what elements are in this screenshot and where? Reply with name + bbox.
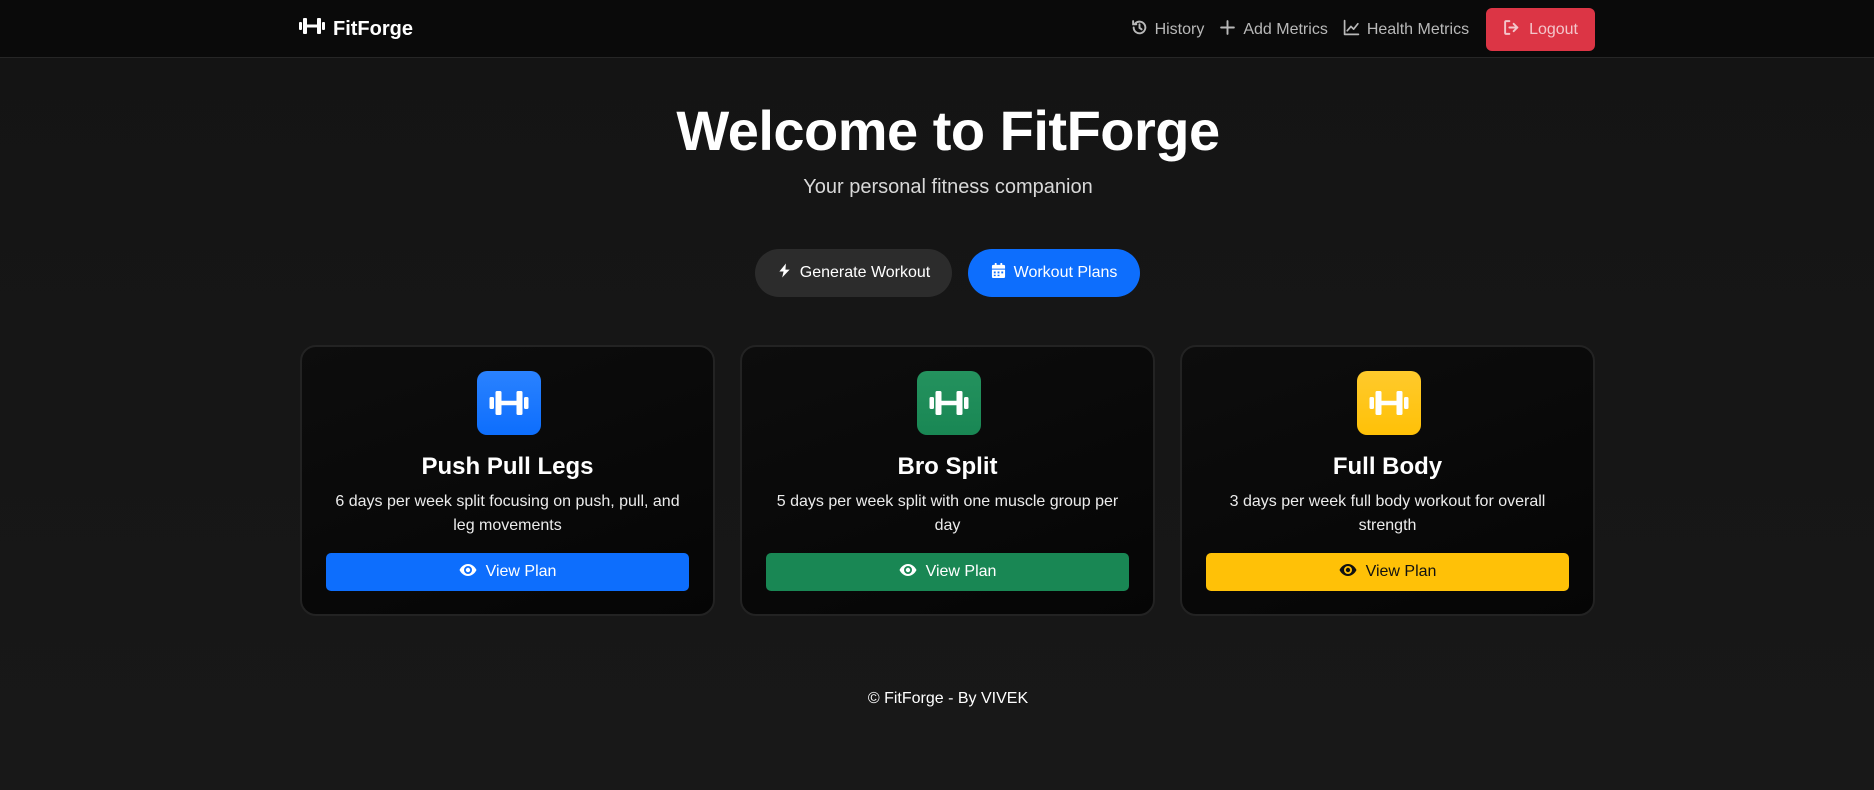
calendar-icon xyxy=(991,263,1006,283)
workout-plans-label: Workout Plans xyxy=(1013,264,1118,281)
page-subtitle: Your personal fitness companion xyxy=(803,176,1093,198)
generate-workout-button[interactable]: Generate Workout xyxy=(755,249,952,297)
navbar: FitForge History Add Metrics Health Metr… xyxy=(0,0,1874,58)
view-plan-button[interactable]: View Plan xyxy=(326,553,689,591)
nav-link-history[interactable]: History xyxy=(1131,19,1205,41)
view-plan-label: View Plan xyxy=(485,563,557,580)
eye-icon xyxy=(1339,563,1357,582)
plan-description: 3 days per week full body workout for ov… xyxy=(1229,493,1546,534)
plan-title: Full Body xyxy=(1332,453,1443,480)
brand-name: FitForge xyxy=(333,17,413,40)
nav-links: History Add Metrics Health Metrics Logou… xyxy=(1131,8,1595,51)
bolt-icon xyxy=(777,263,792,283)
view-plan-label: View Plan xyxy=(925,563,997,580)
footer-copyright: © FitForge - By VIVEK xyxy=(867,690,1029,707)
plan-card-bro-split: Bro Split 5 days per week split with one… xyxy=(740,345,1155,616)
plus-icon xyxy=(1219,19,1236,41)
chart-line-icon xyxy=(1343,19,1360,41)
plan-description: 5 days per week split with one muscle gr… xyxy=(776,493,1119,534)
plan-description: 6 days per week split focusing on push, … xyxy=(335,493,680,534)
nav-link-add-metrics[interactable]: Add Metrics xyxy=(1219,19,1328,41)
nav-link-history-label: History xyxy=(1154,20,1205,38)
history-icon xyxy=(1131,19,1148,41)
plan-card-push-pull-legs: Push Pull Legs 6 days per week split foc… xyxy=(300,345,715,616)
dumbbell-icon xyxy=(299,16,325,42)
dumbbell-icon xyxy=(917,371,981,435)
plan-title: Bro Split xyxy=(897,453,998,480)
action-buttons: Generate Workout Workout Plans xyxy=(755,249,1140,297)
plan-title: Push Pull Legs xyxy=(421,453,594,480)
nav-link-health-metrics[interactable]: Health Metrics xyxy=(1343,19,1469,41)
plan-card-full-body: Full Body 3 days per week full body work… xyxy=(1180,345,1595,616)
eye-icon xyxy=(899,563,917,582)
view-plan-button[interactable]: View Plan xyxy=(1206,553,1569,591)
page-title: Welcome to FitForge xyxy=(676,99,1220,162)
view-plan-label: View Plan xyxy=(1365,563,1437,580)
nav-link-add-metrics-label: Add Metrics xyxy=(1243,20,1328,38)
logout-button[interactable]: Logout xyxy=(1486,8,1595,51)
view-plan-button[interactable]: View Plan xyxy=(766,553,1129,591)
eye-icon xyxy=(459,563,477,582)
nav-link-health-metrics-label: Health Metrics xyxy=(1366,20,1470,38)
logout-label: Logout xyxy=(1529,20,1578,38)
brand-link[interactable]: FitForge xyxy=(299,16,413,42)
sign-out-icon xyxy=(1503,19,1520,41)
dumbbell-icon xyxy=(477,371,541,435)
dumbbell-icon xyxy=(1357,371,1421,435)
generate-workout-label: Generate Workout xyxy=(799,264,931,281)
workout-plans-button[interactable]: Workout Plans xyxy=(968,249,1140,297)
